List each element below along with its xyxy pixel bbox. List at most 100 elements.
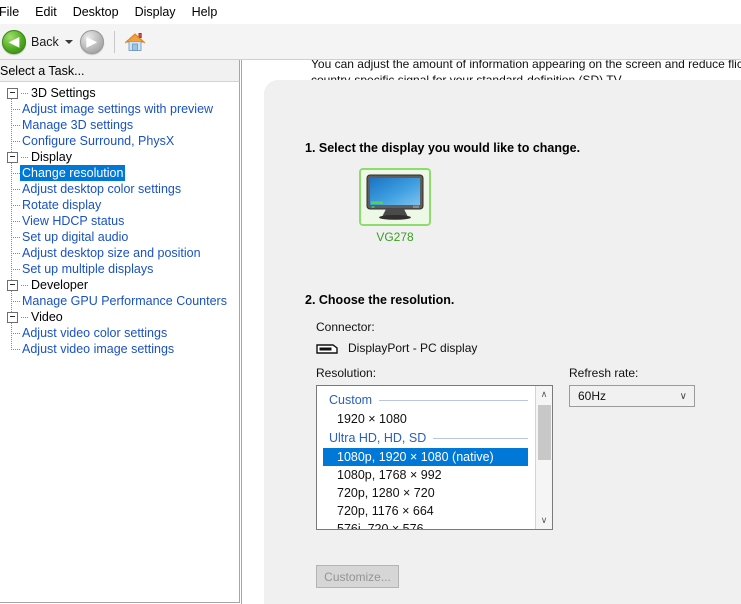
collapse-icon[interactable] bbox=[7, 151, 18, 163]
sidebar-item-view-hdcp-status[interactable]: View HDCP status bbox=[0, 213, 239, 229]
resolution-option[interactable]: 576i, 720 × 576 bbox=[317, 520, 536, 529]
task-tree: 3D Settings Adjust image settings with p… bbox=[0, 82, 240, 603]
tree-connector bbox=[0, 341, 22, 357]
sidebar-item-adjust-image-settings-with-preview[interactable]: Adjust image settings with preview bbox=[0, 101, 239, 117]
resolution-group-header-ultra-hd: Ultra HD, HD, SD bbox=[317, 428, 536, 448]
sidebar-item-change-resolution[interactable]: Change resolution bbox=[0, 165, 239, 181]
tree-connector bbox=[21, 284, 29, 286]
scroll-down-icon[interactable]: ∨ bbox=[536, 512, 552, 529]
resolution-group-header-custom: Custom bbox=[317, 390, 536, 410]
menu-item-desktop[interactable]: Desktop bbox=[65, 2, 127, 23]
sidebar: Select a Task... 3D Settings Adjust imag… bbox=[0, 60, 240, 604]
collapse-icon[interactable] bbox=[7, 87, 18, 99]
toolbar-separator bbox=[113, 30, 115, 53]
content-area: You can adjust the amount of information… bbox=[241, 60, 741, 604]
back-arrow-icon: ◀ bbox=[8, 33, 20, 50]
sidebar-group-label: Video bbox=[31, 310, 63, 324]
resolution-option[interactable]: 1080p, 1768 × 992 bbox=[317, 466, 536, 484]
tree-connector bbox=[0, 101, 22, 117]
menu-item-file[interactable]: File bbox=[0, 2, 27, 23]
resolution-list-scrollbar[interactable]: ∧ ∨ bbox=[535, 386, 552, 529]
connector-row: DisplayPort - PC display bbox=[316, 341, 477, 355]
sidebar-item-adjust-desktop-size-and-position[interactable]: Adjust desktop size and position bbox=[0, 245, 239, 261]
sidebar-item-rotate-display[interactable]: Rotate display bbox=[0, 197, 239, 213]
forward-arrow-icon: ▶ bbox=[86, 33, 98, 50]
menu-item-edit[interactable]: Edit bbox=[27, 2, 65, 23]
sidebar-item-label: Manage GPU Performance Counters bbox=[22, 294, 227, 308]
sidebar-group-3d-settings[interactable]: 3D Settings bbox=[0, 85, 239, 101]
menu-item-help[interactable]: Help bbox=[184, 2, 226, 23]
collapse-icon[interactable] bbox=[7, 311, 18, 323]
tree-connector bbox=[0, 165, 22, 181]
group-header-label: Custom bbox=[329, 393, 373, 407]
resolution-label: Resolution: bbox=[316, 366, 377, 380]
tree-connector bbox=[0, 117, 22, 133]
sidebar-header: Select a Task... bbox=[0, 60, 240, 82]
sidebar-item-configure-surround-physx[interactable]: Configure Surround, PhysX bbox=[0, 133, 239, 149]
resolution-option[interactable]: 720p, 1280 × 720 bbox=[317, 484, 536, 502]
sidebar-item-label: Adjust desktop size and position bbox=[22, 246, 201, 260]
menu-item-display[interactable]: Display bbox=[127, 2, 184, 23]
sidebar-item-adjust-video-image-settings[interactable]: Adjust video image settings bbox=[0, 341, 239, 357]
group-header-rule bbox=[379, 399, 528, 401]
sidebar-item-label: View HDCP status bbox=[22, 214, 125, 228]
sidebar-item-label: Manage 3D settings bbox=[22, 118, 134, 132]
refresh-rate-select[interactable]: 60Hz ∨ bbox=[569, 385, 695, 407]
sidebar-item-set-up-multiple-displays[interactable]: Set up multiple displays bbox=[0, 261, 239, 277]
display-thumbnail-vg278[interactable] bbox=[359, 168, 431, 226]
resolution-option[interactable]: 720p, 1176 × 664 bbox=[317, 502, 536, 520]
resolution-option[interactable]: 1920 × 1080 bbox=[317, 410, 536, 428]
tree-connector bbox=[0, 133, 22, 149]
tree-connector bbox=[0, 245, 22, 261]
resolution-items: Custom 1920 × 1080 Ultra HD, HD, SD 1080… bbox=[317, 386, 536, 529]
chevron-down-icon: ∨ bbox=[679, 390, 687, 402]
group-header-rule bbox=[433, 437, 528, 439]
back-button[interactable]: ◀ bbox=[2, 29, 26, 54]
display-name-label: VG278 bbox=[376, 230, 414, 244]
resolution-option-selected[interactable]: 1080p, 1920 × 1080 (native) bbox=[323, 448, 528, 466]
navigation-group: ◀ Back ▶ bbox=[2, 29, 104, 54]
sidebar-item-manage-gpu-performance-counters[interactable]: Manage GPU Performance Counters bbox=[0, 293, 239, 309]
displayport-icon bbox=[316, 343, 338, 354]
scrollbar-thumb[interactable] bbox=[538, 405, 551, 460]
refresh-rate-value: 60Hz bbox=[578, 389, 607, 403]
description-line-1: You can adjust the amount of information… bbox=[311, 60, 741, 71]
sidebar-item-label: Rotate display bbox=[22, 198, 102, 212]
resolution-list[interactable]: Custom 1920 × 1080 Ultra HD, HD, SD 1080… bbox=[316, 385, 553, 530]
sidebar-group-video[interactable]: Video bbox=[0, 309, 239, 325]
sidebar-item-label: Change resolution bbox=[20, 165, 126, 181]
sidebar-item-label: Adjust video image settings bbox=[22, 342, 175, 356]
tree-connector bbox=[0, 293, 22, 309]
forward-button[interactable]: ▶ bbox=[79, 29, 104, 54]
customize-button[interactable]: Customize... bbox=[316, 565, 399, 588]
step-2-title: 2. Choose the resolution. bbox=[305, 293, 455, 307]
sidebar-group-label: 3D Settings bbox=[31, 86, 96, 100]
sidebar-item-adjust-video-color-settings[interactable]: Adjust video color settings bbox=[0, 325, 239, 341]
monitor-icon bbox=[366, 174, 424, 220]
sidebar-item-manage-3d-settings[interactable]: Manage 3D settings bbox=[0, 117, 239, 133]
sidebar-group-display[interactable]: Display bbox=[0, 149, 239, 165]
sidebar-item-adjust-desktop-color-settings[interactable]: Adjust desktop color settings bbox=[0, 181, 239, 197]
sidebar-item-label: Set up multiple displays bbox=[22, 262, 154, 276]
sidebar-item-label: Adjust video color settings bbox=[22, 326, 168, 340]
sidebar-group-developer[interactable]: Developer bbox=[0, 277, 239, 293]
collapse-icon[interactable] bbox=[7, 279, 18, 291]
sidebar-item-label: Adjust desktop color settings bbox=[22, 182, 182, 196]
tree-connector bbox=[0, 325, 22, 341]
scroll-up-icon[interactable]: ∧ bbox=[536, 386, 552, 403]
sidebar-group-label: Display bbox=[31, 150, 72, 164]
tree-connector bbox=[0, 181, 22, 197]
back-label[interactable]: Back bbox=[31, 35, 59, 49]
menu-bar: File Edit Desktop Display Help bbox=[0, 0, 741, 24]
tree-connector bbox=[0, 261, 22, 277]
tree-connector bbox=[0, 197, 22, 213]
home-icon[interactable] bbox=[123, 31, 147, 53]
settings-card: 1. Select the display you would like to … bbox=[264, 80, 741, 604]
sidebar-item-label: Adjust image settings with preview bbox=[22, 102, 214, 116]
sidebar-item-label: Set up digital audio bbox=[22, 230, 129, 244]
back-history-chevron-down-icon[interactable] bbox=[64, 39, 73, 44]
sidebar-group-label: Developer bbox=[31, 278, 88, 292]
sidebar-item-set-up-digital-audio[interactable]: Set up digital audio bbox=[0, 229, 239, 245]
tree-connector bbox=[21, 316, 29, 318]
step-1-title: 1. Select the display you would like to … bbox=[305, 141, 581, 155]
